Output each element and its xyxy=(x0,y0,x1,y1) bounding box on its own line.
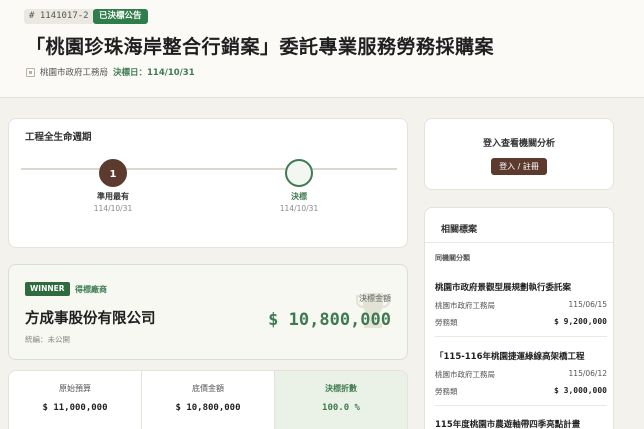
lifecycle-title: 工程全生命週期 xyxy=(25,132,92,143)
login-prompt: 登入查看機關分析 xyxy=(482,139,555,149)
step-date: 114/10/31 xyxy=(93,204,133,213)
related-subtitle: 同機關分類 xyxy=(435,254,470,262)
building-icon xyxy=(26,68,35,77)
divider xyxy=(435,336,607,337)
login-register-button[interactable]: 登入 / 註冊 xyxy=(491,158,547,175)
winner-company-name[interactable]: 方成事股份有限公司 xyxy=(25,307,156,328)
related-item[interactable]: 「115-116年桃園捷運綠線高架橋工程 桃園市政府工務局 115/06/12 … xyxy=(435,350,607,397)
related-item-agency: 桃園市政府工務局 xyxy=(435,301,495,310)
metric-reserve-price: 底價金額 $ 10,800,000 xyxy=(142,371,275,429)
status-badge: 已決標公告 xyxy=(93,9,148,24)
divider xyxy=(435,405,607,406)
related-item-title[interactable]: 「115-116年桃園捷運綠線高架橋工程 xyxy=(435,350,607,362)
related-item-amount: $ 9,200,000 xyxy=(554,317,607,326)
winner-badge: WINNER xyxy=(25,282,70,296)
winner-tax-id: 統編：未公開 xyxy=(25,335,70,344)
step-circle xyxy=(285,159,313,187)
metric-value: $ 11,000,000 xyxy=(42,403,108,413)
related-item-title[interactable]: 桃園市政府景觀型展規劃執行委託案 xyxy=(435,281,607,293)
page-header: # 1141017-2 已決標公告 「桃園珍珠海岸整合行銷案」委託專業服務勞務採… xyxy=(0,0,644,98)
award-amount-label: 決標金額 xyxy=(359,294,391,303)
case-id-tag: # 1141017-2 xyxy=(24,9,94,24)
related-item-date: 115/06/15 xyxy=(568,300,607,309)
related-item-category: 勞務類 xyxy=(435,387,458,396)
divider xyxy=(425,242,613,243)
metric-label: 原始預算 xyxy=(59,384,91,393)
winner-role: 得標廠商 xyxy=(75,285,107,294)
step-date: 114/10/31 xyxy=(279,204,319,213)
related-item-category: 勞務類 xyxy=(435,318,458,327)
timeline-step-1[interactable]: 1 準用最有 114/10/31 xyxy=(73,159,153,213)
timeline-step-2[interactable]: 決標 114/10/31 xyxy=(259,159,339,213)
related-title: 相關標案 xyxy=(441,225,478,235)
related-item[interactable]: 115年度桃園市農遊軸帶四季亮點計畫 xyxy=(435,418,607,429)
related-item-date: 115/06/12 xyxy=(568,369,607,378)
decision-date: 決標日：114/10/31 xyxy=(113,68,195,78)
login-card: 登入查看機關分析 登入 / 註冊 xyxy=(424,118,614,190)
lifecycle-card: 工程全生命週期 1 準用最有 114/10/31 決標 114/10/31 xyxy=(8,118,408,248)
agency-name[interactable]: 桃園市政府工務局 xyxy=(40,66,108,78)
header-divider xyxy=(104,67,105,77)
metric-label: 底價金額 xyxy=(192,384,224,393)
metric-award-ratio: 決標折數 100.0 % xyxy=(275,371,407,429)
metrics-card: 原始預算 $ 11,000,000 底價金額 $ 10,800,000 決標折數… xyxy=(8,370,408,429)
metric-value: 100.0 % xyxy=(322,403,360,413)
award-amount: $ 10,800,000 xyxy=(268,310,391,330)
related-tenders-card: 相關標案 同機關分類 桃園市政府景觀型展規劃執行委託案 桃園市政府工務局 115… xyxy=(424,207,614,429)
step-circle: 1 xyxy=(99,159,127,187)
metric-value: $ 10,800,000 xyxy=(175,403,241,413)
step-label: 準用最有 xyxy=(97,192,129,201)
winner-card: WINNER 得標廠商 方成事股份有限公司 統編：未公開 決標金額 $ 10,8… xyxy=(8,264,408,360)
metric-original-budget: 原始預算 $ 11,000,000 xyxy=(9,371,142,429)
page-title: 「桃園珍珠海岸整合行銷案」委託專業服務勞務採購案 xyxy=(26,36,495,58)
related-item-amount: $ 3,000,000 xyxy=(554,386,607,395)
related-item[interactable]: 桃園市政府景觀型展規劃執行委託案 桃園市政府工務局 115/06/15 勞務類 … xyxy=(435,281,607,328)
related-item-title[interactable]: 115年度桃園市農遊軸帶四季亮點計畫 xyxy=(435,418,607,429)
metric-label: 決標折數 xyxy=(325,384,357,393)
related-item-agency: 桃園市政府工務局 xyxy=(435,370,495,379)
step-label: 決標 xyxy=(291,192,307,201)
